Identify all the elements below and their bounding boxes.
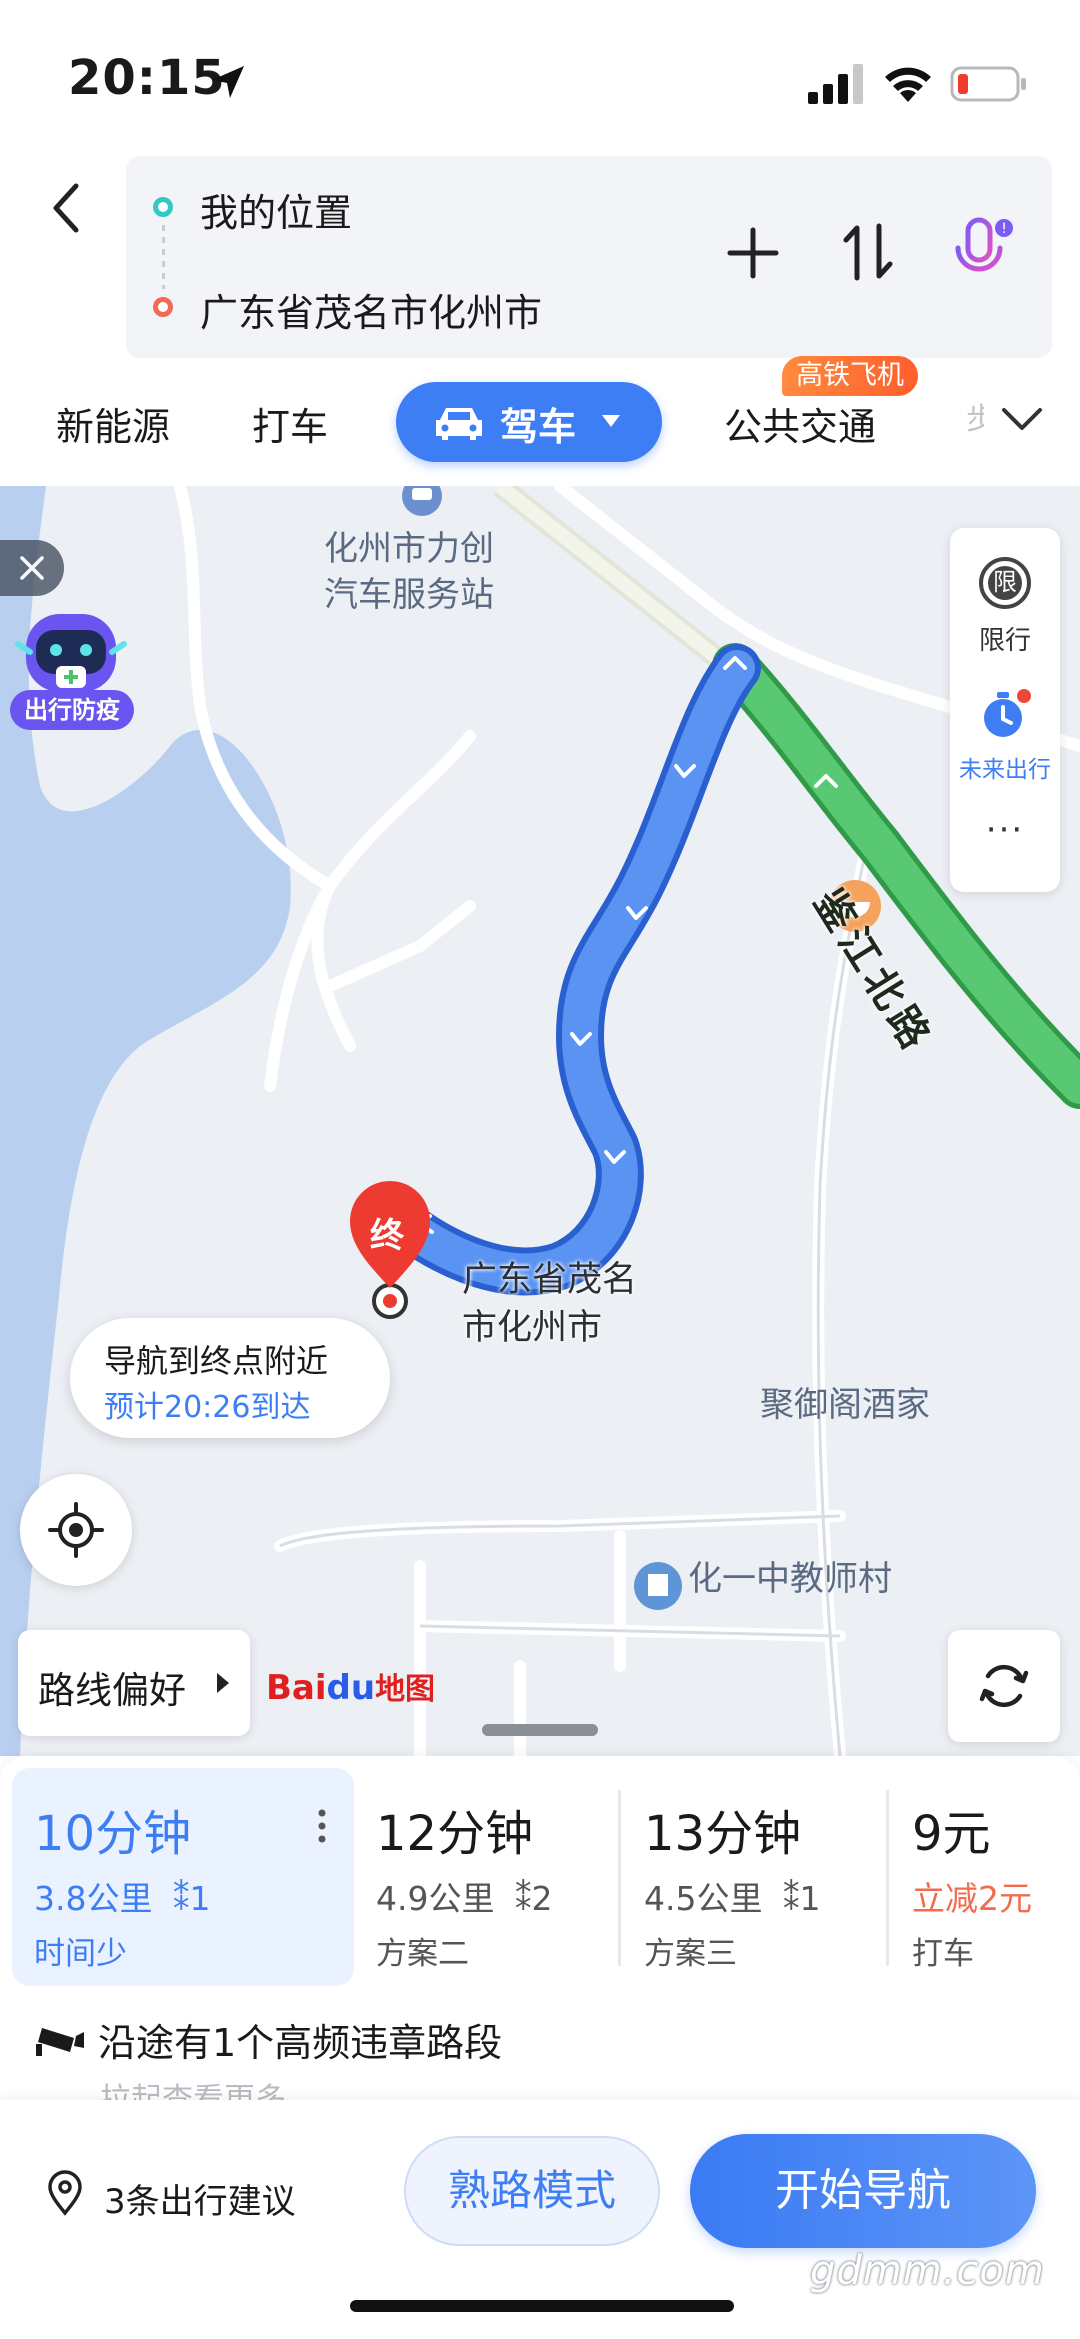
restriction-glyph: 限 [993,568,1017,596]
logo-ditu: 地图 [375,1672,436,1707]
nav-to-destination-bubble[interactable]: 导航到终点附近 预计20:26到达 [70,1318,390,1438]
traffic-light-icon: ⁑ [782,1879,800,1918]
end-location-field[interactable]: 广东省茂名市化州市 [200,282,542,337]
close-icon [20,556,44,580]
tab-walk-partial[interactable]: 步 [966,394,984,438]
route-1-tag: 时间少 [34,1936,127,1972]
route-preference-button[interactable]: 路线偏好 [18,1630,250,1736]
traffic-light-icon: ⁑ [514,1879,532,1918]
logo-du: du [326,1668,376,1708]
pull-up-hint: 拉起查看更多 [100,2082,286,2100]
expand-tabs-chevron-icon[interactable] [1000,404,1044,434]
poi-lichuang-line2: 汽车服务站 [324,575,494,615]
poi-lichuang-line1: 化州市力创 [324,529,494,569]
epidemic-label[interactable]: 出行防疫 [10,690,134,730]
future-trip-label[interactable]: 未来出行 [950,750,1060,784]
end-dot-icon [153,297,173,317]
traffic-camera-icon [36,2028,84,2056]
add-waypoint-icon[interactable] [726,226,780,280]
nav-bubble-title: 导航到终点附近 [104,1342,329,1380]
route-3-time: 13分钟 [644,1806,802,1862]
destination-name-line2: 市化州市 [462,1308,603,1348]
route-divider [618,1790,621,1966]
map-view[interactable]: 化州市力创 汽车服务站 鉴江北路 终 广东省茂名 市化州市 聚御阁酒家 化一中教… [0,486,1080,1756]
tab-new-energy[interactable]: 新能源 [56,396,170,451]
voice-mic-icon[interactable]: ! [950,214,1014,294]
back-chevron-icon[interactable] [44,180,92,236]
route-3-distance: 4.5公里 ⁑1 [644,1872,820,1920]
status-time: 20:15 [68,50,226,106]
familiar-route-mode-button[interactable]: 熟路模式 [404,2136,660,2246]
car-icon [436,408,482,440]
route-2-km: 4.9公里 [376,1879,495,1918]
swap-route-icon[interactable] [840,220,896,284]
traffic-light-icon: ⁑ [172,1879,190,1918]
refresh-route-button[interactable] [948,1630,1060,1742]
route-1-lights: 1 [189,1879,211,1918]
map-base-layer [0,486,1080,1756]
taxi-tag: 打车 [912,1936,974,1972]
home-indicator[interactable] [350,2300,734,2312]
locate-crosshair-icon [48,1502,104,1558]
route-option-taxi[interactable]: 9元 立减2元 打车 [912,1768,1072,1986]
route-3-lights: 1 [799,1879,821,1918]
route-option-2[interactable]: 12分钟 4.9公里 ⁑2 方案二 [376,1768,606,1986]
locate-me-button[interactable] [20,1474,132,1586]
baidu-map-logo: Baidu地图 [266,1664,435,1708]
route-3-tag: 方案三 [644,1936,737,1972]
cellular-signal-icon [808,64,863,104]
route-preference-label: 路线偏好 [38,1669,186,1712]
poi-restaurant[interactable]: 聚御阁酒家 [760,1382,930,1428]
route-1-km: 3.8公里 [34,1879,153,1918]
taxi-discount: 立减2元 [912,1879,1032,1918]
tab-public-transit[interactable]: 公共交通 [724,396,876,451]
nav-bubble-eta: 预计20:26到达 [104,1390,311,1425]
route-2-time: 12分钟 [376,1806,534,1862]
destination-name-label: 广东省茂名 市化州市 [462,1256,637,1352]
route-option-1[interactable]: 10分钟 3.8公里 ⁑1 时间少 [12,1768,354,1986]
close-banner-button[interactable] [0,540,64,596]
tab-taxi[interactable]: 打车 [252,396,328,451]
transit-badge: 高铁飞机 [782,356,918,396]
route-2-tag: 方案二 [376,1936,469,1972]
restriction-label[interactable]: 限行 [950,620,1060,657]
violation-warning-text[interactable]: 沿途有1个高频违章路段 [98,2012,502,2067]
route-2-distance: 4.9公里 ⁑2 [376,1872,552,1920]
trip-suggestions-link[interactable]: 3条出行建议 [104,2174,296,2223]
destination-marker-label[interactable]: 终 [370,1208,404,1257]
start-navigation-button[interactable]: 开始导航 [690,2134,1036,2248]
poi-lichuang-service-station[interactable]: 化州市力创 汽车服务站 [324,526,494,618]
route-option-3[interactable]: 13分钟 4.5公里 ⁑1 方案三 [644,1768,874,1986]
taxi-price: 9元 [912,1806,991,1862]
caret-right-icon [217,1673,229,1693]
battery-low-icon [950,66,1026,102]
route-divider [886,1790,889,1966]
site-watermark: gdmm.com [810,2248,1045,2294]
future-trip-clock-icon[interactable] [978,688,1032,742]
more-options-button[interactable]: ··· [950,810,1060,850]
start-location-field[interactable]: 我的位置 [200,182,352,237]
start-dot-icon [153,197,173,217]
location-pin-icon [48,2170,82,2216]
route-1-distance: 3.8公里 ⁑1 [34,1872,210,1920]
location-arrow-icon [212,66,244,98]
route-2-lights: 2 [531,1879,553,1918]
svg-text:!: ! [1001,221,1007,237]
tab-drive-label: 驾车 [500,405,577,449]
route-1-time: 10分钟 [34,1806,192,1862]
route-connector [162,225,165,289]
route-3-km: 4.5公里 [644,1879,763,1918]
route-menu-dots-icon[interactable] [316,1808,328,1844]
poi-teacher-village[interactable]: 化一中教师村 [688,1556,892,1602]
map-side-panel: 限 限行 未来出行 ··· [950,528,1060,892]
refresh-icon [979,1664,1029,1708]
logo-bai: Bai [266,1668,327,1708]
sheet-drag-handle[interactable] [482,1724,598,1736]
wifi-icon [885,67,931,102]
caret-down-icon [602,415,620,427]
destination-name-line1: 广东省茂名 [462,1260,638,1300]
tab-drive[interactable]: 驾车 [396,382,662,462]
